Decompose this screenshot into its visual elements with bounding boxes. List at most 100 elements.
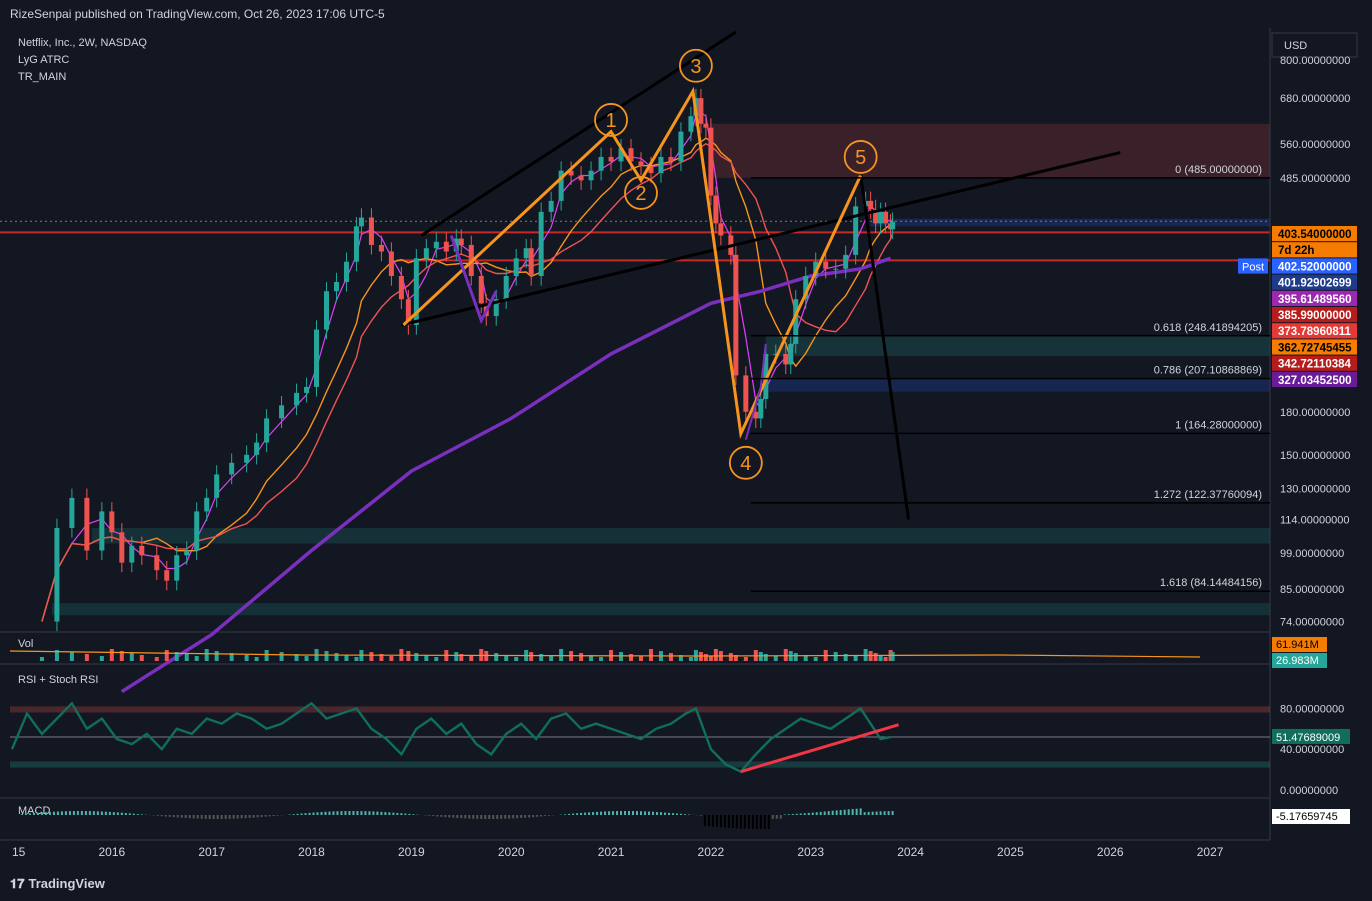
- candle-body: [883, 211, 889, 224]
- candle-body: [154, 555, 160, 571]
- macd-bar: [308, 812, 311, 815]
- macd-bar: [32, 813, 35, 815]
- macd-bar: [855, 808, 858, 815]
- macd-bar: [352, 811, 355, 815]
- macd-bar: [404, 813, 407, 815]
- macd-bar: [44, 812, 47, 815]
- macd-bar: [228, 815, 231, 819]
- candle-body: [890, 221, 896, 230]
- candle-body: [588, 170, 594, 181]
- volume-bar: [629, 654, 634, 661]
- time-tick: 2017: [198, 845, 225, 859]
- volume-bar: [873, 653, 878, 661]
- rsi-oversold-band: [10, 761, 1270, 768]
- price-tag: 395.61489560: [1278, 294, 1352, 306]
- time-tick: 2019: [398, 845, 425, 859]
- macd-bar: [540, 815, 543, 817]
- tradingview-logo[interactable]: 𝟏𝟕 TradingView: [10, 876, 105, 892]
- macd-bar: [608, 811, 611, 815]
- volume-bar: [354, 657, 359, 661]
- macd-bar: [256, 815, 259, 818]
- macd-bar: [428, 815, 431, 816]
- macd-bar: [312, 812, 315, 815]
- candle-body: [708, 127, 714, 196]
- candle-body: [368, 217, 374, 245]
- macd-bar: [791, 814, 794, 815]
- macd-bar: [92, 811, 95, 815]
- macd-bar: [883, 811, 886, 815]
- volume-bar: [773, 656, 778, 661]
- macd-bar: [871, 811, 874, 815]
- macd-bar: [472, 815, 475, 819]
- price-tick: 114.00000000: [1280, 515, 1350, 527]
- macd-bar: [683, 814, 686, 815]
- macd-bar: [476, 815, 479, 819]
- macd-bar: [292, 814, 295, 815]
- macd-bar: [807, 812, 810, 815]
- candle-body: [423, 248, 429, 259]
- rsi-tick: 0.00000000: [1280, 785, 1338, 797]
- volume-bar: [414, 653, 419, 661]
- macd-bar: [783, 814, 786, 815]
- macd-bar: [867, 811, 870, 815]
- macd-bar: [188, 815, 191, 819]
- macd-bar: [248, 815, 251, 818]
- macd-bar: [803, 813, 806, 815]
- macd-bar: [168, 815, 171, 817]
- volume-bar: [494, 653, 499, 661]
- macd-bar: [524, 815, 527, 818]
- macd-bar: [643, 811, 646, 815]
- macd-bar: [731, 815, 734, 829]
- macd-bar: [723, 815, 726, 828]
- candle-body: [578, 175, 584, 181]
- time-tick: 2021: [598, 845, 625, 859]
- macd-bar: [240, 815, 243, 819]
- volume-bar: [813, 657, 818, 661]
- macd-bar: [436, 815, 439, 817]
- macd-bar: [456, 815, 459, 818]
- macd-bar: [444, 815, 447, 818]
- macd-bar: [584, 812, 587, 815]
- macd-bar: [667, 812, 670, 815]
- macd-bar: [376, 811, 379, 815]
- macd-bar: [468, 815, 471, 819]
- macd-bar: [268, 815, 271, 817]
- macd-bar: [304, 813, 307, 815]
- macd-bar: [715, 815, 718, 828]
- macd-bar: [671, 813, 674, 815]
- macd-bar: [176, 815, 179, 818]
- candle-body: [139, 545, 145, 556]
- macd-bar: [544, 815, 547, 817]
- macd-bar: [172, 815, 175, 818]
- volume-bar: [214, 651, 219, 661]
- rsi-current: 51.47689009: [1276, 732, 1340, 744]
- volume-bar: [99, 656, 104, 661]
- macd-bar: [80, 811, 83, 815]
- wave-label-text: 3: [690, 56, 701, 78]
- macd-bar: [639, 811, 642, 815]
- candle-body: [358, 217, 364, 227]
- macd-bar: [827, 811, 830, 815]
- time-tick: 2027: [1197, 845, 1224, 859]
- price-tag: 342.72110384: [1278, 359, 1352, 371]
- macd-bar: [771, 815, 774, 819]
- volume-bar: [638, 656, 643, 661]
- candle-body: [174, 555, 180, 581]
- time-tick: 2026: [1097, 845, 1124, 859]
- time-tick: 2018: [298, 845, 325, 859]
- volume-bar: [514, 657, 519, 661]
- fib-zone-0618: [765, 335, 1270, 357]
- macd-bar: [432, 815, 435, 817]
- fib-zone-0786: [765, 378, 1270, 392]
- macd-bar: [344, 811, 347, 815]
- candle-body: [523, 248, 529, 259]
- macd-bar: [516, 815, 519, 819]
- macd-bar: [568, 813, 571, 815]
- macd-bar: [196, 815, 199, 819]
- chart[interactable]: 0 (485.00000000) 0.618 (248.41894205) 0.78…: [0, 28, 1372, 869]
- volume-bar: [883, 657, 888, 661]
- macd-bar: [520, 815, 523, 818]
- volume-bar: [703, 654, 708, 661]
- candle-body: [184, 550, 190, 556]
- price-tick: 180.00000000: [1280, 407, 1350, 419]
